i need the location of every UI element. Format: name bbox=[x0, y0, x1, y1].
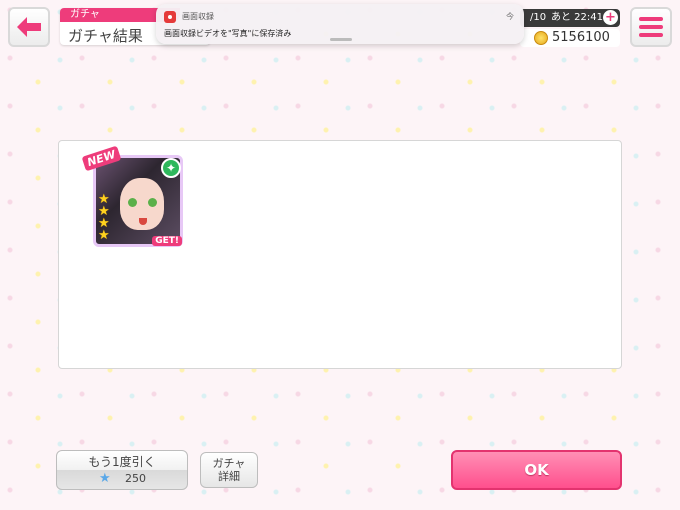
draw-again-label: もう1度引く bbox=[88, 455, 156, 469]
result-card[interactable]: ★ ★ ★ ★ NEW ✦ GET! bbox=[81, 145, 183, 247]
draw-again-cost: 250 bbox=[125, 472, 146, 485]
add-stamina-button[interactable]: + bbox=[603, 10, 618, 25]
gacha-detail-button[interactable]: ガチャ 詳細 bbox=[200, 452, 258, 488]
draw-again-button[interactable]: もう1度引く ★ 250 bbox=[56, 450, 188, 490]
rarity-stars: ★ ★ ★ ★ bbox=[98, 193, 110, 243]
character-eye bbox=[148, 198, 157, 207]
notification-message: 画面収録ビデオを"写真"に保存済み bbox=[164, 29, 292, 38]
back-button[interactable] bbox=[8, 7, 50, 47]
get-badge: GET! bbox=[152, 236, 182, 246]
notification-handle bbox=[330, 38, 352, 41]
coin-row: 5156100 bbox=[520, 29, 620, 47]
detail-label-line2: 詳細 bbox=[218, 470, 240, 483]
hamburger-menu-icon bbox=[639, 17, 663, 21]
menu-button[interactable] bbox=[630, 7, 672, 47]
stamina-row: /10 あと 22:41 + bbox=[520, 9, 620, 27]
detail-label-line1: ガチャ bbox=[212, 457, 246, 470]
hamburger-line bbox=[639, 33, 663, 37]
attribute-icon: ✦ bbox=[161, 158, 181, 178]
ok-label: OK bbox=[524, 461, 549, 479]
notification-app-name: 画面収録 bbox=[182, 12, 214, 21]
hamburger-line bbox=[639, 25, 663, 29]
status-bar: /10 あと 22:41 + 5156100 bbox=[520, 9, 620, 47]
notification-time: 今 bbox=[506, 12, 514, 21]
record-icon bbox=[164, 11, 176, 23]
stamina-timer: あと 22:41 bbox=[551, 12, 603, 23]
screen-recording-notification[interactable]: 画面収録 今 画面収録ビデオを"写真"に保存済み bbox=[156, 4, 524, 44]
ok-button[interactable]: OK bbox=[451, 450, 622, 490]
coin-icon bbox=[534, 31, 548, 45]
page-title: ガチャ結果 bbox=[68, 27, 143, 45]
back-arrow-icon bbox=[17, 17, 41, 37]
coin-count: 5156100 bbox=[552, 30, 610, 45]
star-gem-icon: ★ bbox=[99, 471, 111, 486]
star-icon: ★ bbox=[98, 228, 110, 243]
stamina-count: /10 bbox=[530, 12, 547, 23]
character-eye bbox=[128, 198, 137, 207]
